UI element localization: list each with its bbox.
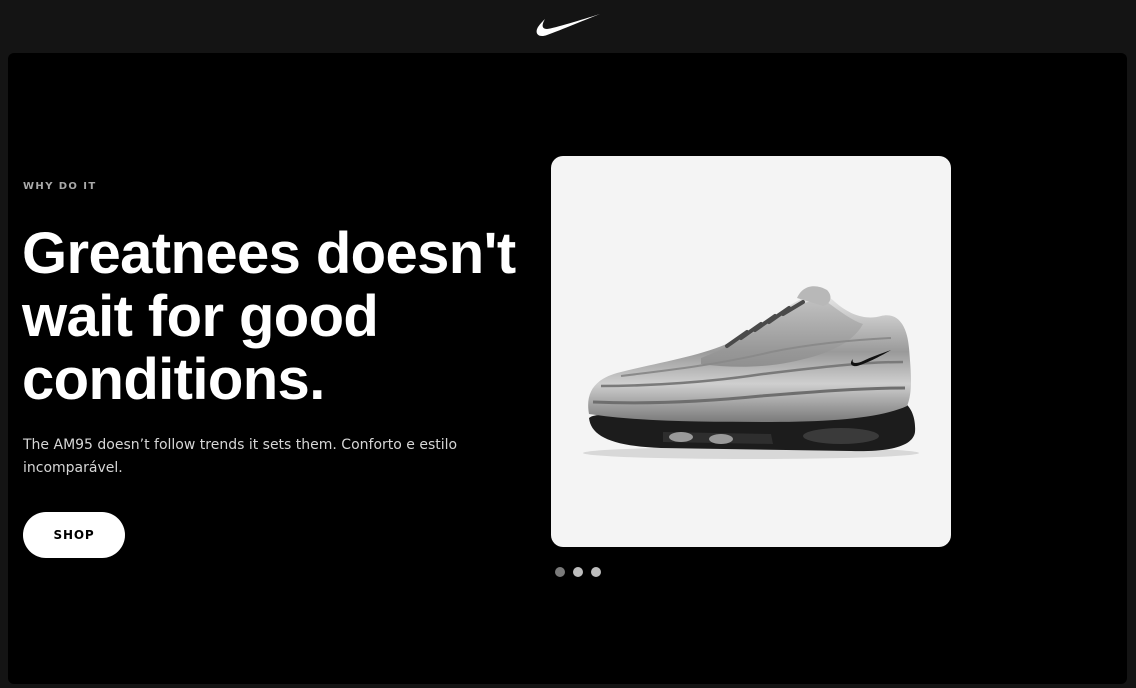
top-bar [0, 0, 1136, 52]
carousel-dot-1[interactable] [555, 567, 565, 577]
carousel-dot-2[interactable] [573, 567, 583, 577]
hero-description: The AM95 doesn’t follow trends it sets t… [23, 437, 458, 476]
shop-button[interactable]: SHOP [23, 512, 125, 558]
product-image-card [551, 156, 951, 547]
sneaker-image [583, 286, 919, 459]
eyebrow-label: WHY DO IT [23, 181, 97, 192]
headline-line-3: conditions. [22, 347, 325, 412]
hero-section: WHY DO IT Greatnees doesn't wait for goo… [8, 53, 1127, 684]
headline-line-1: Greatnees doesn't [22, 221, 516, 286]
headline-line-2: wait for good [22, 284, 379, 349]
carousel-dot-3[interactable] [591, 567, 601, 577]
hero-headline: Greatnees doesn't wait for good conditio… [22, 222, 522, 411]
nike-swoosh-icon[interactable] [535, 13, 601, 37]
carousel-dots [555, 567, 601, 577]
